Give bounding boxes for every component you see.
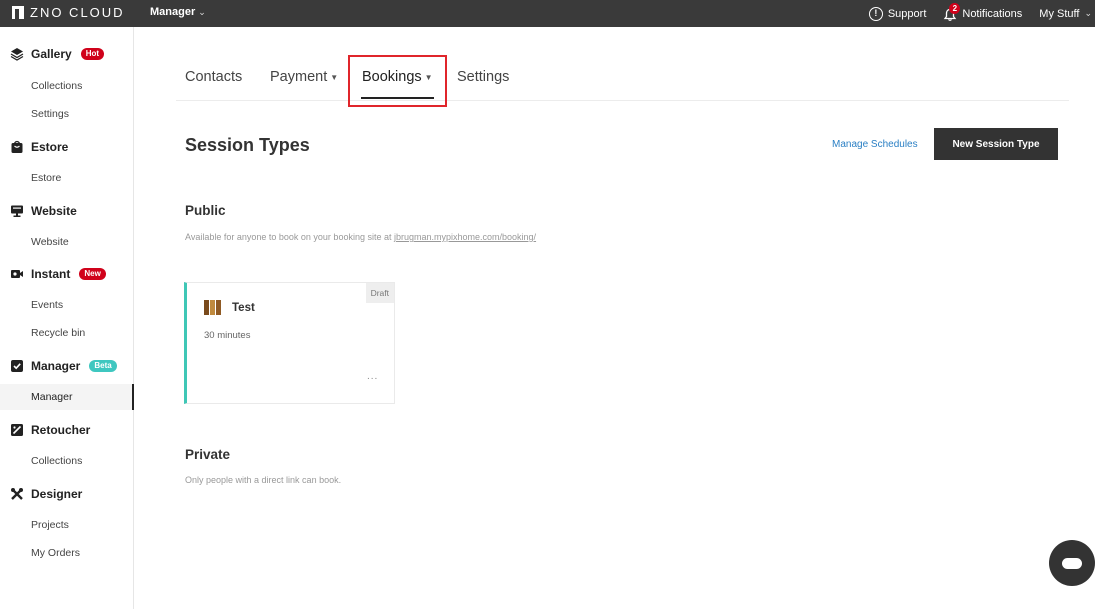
checkbox-icon [10, 359, 24, 373]
my-stuff-menu[interactable]: My Stuff ⌄ [1039, 8, 1092, 20]
video-camera-icon [10, 267, 24, 281]
chat-bubble-icon [1062, 557, 1082, 569]
sidebar: Gallery Hot Collections Settings Estore … [0, 27, 134, 609]
private-section-title: Private [185, 447, 231, 462]
public-section-title: Public [185, 203, 226, 218]
tab-settings[interactable]: Settings [457, 69, 509, 85]
booking-site-link[interactable]: jbrugman.mypixhome.com/booking/ [394, 232, 536, 242]
session-type-name: Test [232, 302, 255, 314]
my-stuff-label: My Stuff [1039, 7, 1080, 20]
new-badge: New [79, 268, 106, 280]
sidebar-item-designer-projects[interactable]: Projects [31, 519, 69, 531]
info-icon: ! [868, 6, 883, 21]
logo-text: ZNO CLOUD [30, 5, 125, 20]
sidebar-item-manager[interactable]: Manager [0, 384, 134, 410]
draft-status-badge: Draft [365, 283, 394, 303]
sidebar-section-label: Retoucher [31, 423, 91, 437]
bell-icon: 2 [943, 2, 961, 21]
chevron-down-icon: ⌄ [198, 6, 206, 17]
manage-schedules-link[interactable]: Manage Schedules [832, 139, 918, 150]
session-thumbnail-icon [204, 300, 221, 315]
sidebar-section-gallery[interactable]: Gallery Hot [10, 47, 105, 61]
retouch-icon [10, 423, 24, 437]
beta-badge: Beta [89, 360, 117, 372]
zno-cloud-logo[interactable]: ZNO CLOUD [12, 5, 125, 20]
sidebar-section-label: Instant [31, 267, 71, 281]
monitor-icon [10, 204, 24, 218]
sidebar-section-label: Website [31, 204, 77, 218]
session-type-card[interactable]: Draft Test 30 minutes ... [184, 282, 395, 404]
session-type-duration: 30 minutes [204, 330, 251, 341]
page-title: Session Types [185, 135, 310, 155]
sidebar-item-instant-events[interactable]: Events [31, 299, 63, 311]
sidebar-item-estore[interactable]: Estore [31, 172, 61, 184]
sidebar-section-label: Gallery [31, 47, 72, 61]
sidebar-section-retoucher[interactable]: Retoucher [10, 423, 90, 437]
layers-icon [10, 47, 24, 61]
chat-support-button[interactable] [1049, 540, 1095, 586]
logo-mark-icon [12, 6, 24, 19]
sidebar-section-label: Designer [31, 487, 83, 501]
sidebar-item-website[interactable]: Website [31, 236, 69, 248]
tab-label: Contacts [185, 69, 243, 85]
top-bar: ZNO CLOUD Manager ⌄ ! Support 2 Notifica… [0, 0, 1095, 27]
sidebar-item-instant-recycle-bin[interactable]: Recycle bin [31, 327, 85, 339]
sidebar-section-label: Manager [31, 359, 81, 373]
sidebar-item-designer-my-orders[interactable]: My Orders [31, 547, 80, 559]
tab-payment[interactable]: Payment ▼ [270, 69, 338, 85]
hot-badge: Hot [80, 48, 105, 60]
sidebar-section-estore[interactable]: Estore [10, 140, 68, 154]
notifications-label: Notifications [962, 7, 1023, 20]
tab-contacts[interactable]: Contacts [185, 69, 242, 85]
tab-label: Settings [457, 69, 510, 85]
sidebar-item-gallery-collections[interactable]: Collections [31, 80, 82, 92]
sidebar-section-website[interactable]: Website [10, 204, 77, 218]
sidebar-section-label: Estore [31, 140, 69, 154]
manager-tabs: Contacts Payment ▼ Bookings ▼ Settings [176, 54, 1069, 101]
more-options-icon[interactable]: ... [367, 371, 378, 382]
sidebar-section-designer[interactable]: Designer [10, 487, 82, 501]
sidebar-section-manager[interactable]: Manager Beta [10, 359, 117, 373]
tools-icon [10, 487, 24, 501]
shopping-bag-icon [10, 140, 24, 154]
new-session-type-button[interactable]: New Session Type [934, 128, 1058, 160]
sidebar-item-gallery-settings[interactable]: Settings [31, 108, 69, 120]
public-section-description: Available for anyone to book on your boo… [185, 232, 536, 242]
app-switcher-menu[interactable]: Manager ⌄ [150, 6, 206, 18]
support-link[interactable]: ! Support [868, 6, 927, 21]
notifications-link[interactable]: 2 Notifications [943, 2, 1023, 21]
public-description-text: Available for anyone to book on your boo… [185, 232, 394, 242]
support-label: Support [887, 7, 927, 20]
private-section-description: Only people with a direct link can book. [185, 475, 342, 485]
sidebar-section-instant[interactable]: Instant New [10, 267, 106, 281]
highlight-annotation [348, 55, 447, 107]
notification-count-badge: 2 [949, 2, 961, 14]
app-switcher-label: Manager [150, 6, 196, 18]
caret-down-icon: ▼ [330, 72, 339, 82]
tab-label: Payment [270, 69, 328, 85]
chevron-down-icon: ⌄ [1084, 8, 1092, 18]
sidebar-item-retoucher-collections[interactable]: Collections [31, 455, 82, 467]
